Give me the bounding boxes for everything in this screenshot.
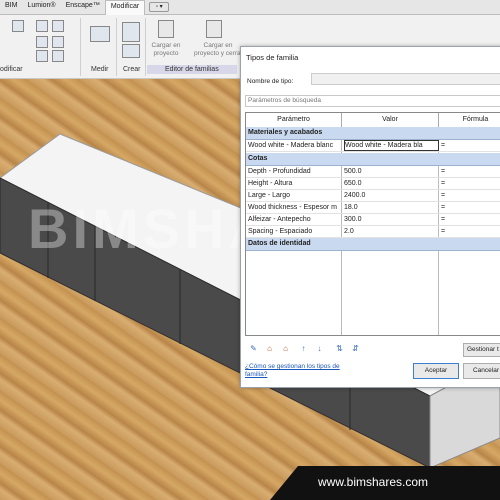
parameter-name: Wood white - Madera blanc <box>248 142 334 149</box>
search-input[interactable] <box>246 96 500 105</box>
formula-cell[interactable]: = <box>441 190 500 201</box>
formula-cell[interactable]: = <box>441 202 500 213</box>
table-row[interactable]: Wood thickness - Espesor m 18.0 = <box>246 202 500 214</box>
group-header-identity[interactable]: Datos de identidad <box>246 238 500 251</box>
ribbon-separator <box>116 18 117 76</box>
copy-icon[interactable] <box>36 36 48 48</box>
group-label-medir: Medir <box>91 66 109 73</box>
group-label-editor: Editor de familias <box>147 65 237 74</box>
load-and-close-button[interactable]: Cargar en proyecto y cerrar <box>194 42 243 58</box>
tab-modificar[interactable]: Modificar <box>104 0 146 15</box>
panel-toggle-icon[interactable]: ▫ ▾ <box>149 2 170 12</box>
group-name: Cotas <box>248 155 268 162</box>
group-header-dimensions[interactable]: Cotas <box>246 153 500 166</box>
formula-cell[interactable]: = <box>441 140 500 151</box>
sort-ascending-icon[interactable]: ⇅ <box>335 344 344 353</box>
rename-type-icon[interactable]: ⌂ <box>281 344 290 353</box>
type-name-select[interactable] <box>311 73 500 85</box>
manage-lookup-tables-button[interactable]: Gestionar t <box>463 343 500 357</box>
cancel-button[interactable]: Cancelar <box>463 363 500 379</box>
formula-cell[interactable]: = <box>441 166 500 177</box>
parameter-name: Large - Largo <box>248 192 291 199</box>
ribbon-separator <box>80 18 81 76</box>
table-row[interactable]: Large - Largo 2400.0 = <box>246 190 500 202</box>
load-into-project-button[interactable]: Cargar en proyecto <box>148 42 184 58</box>
parameter-name: Height - Altura <box>248 180 293 187</box>
measure-icon[interactable] <box>90 26 110 42</box>
pencil-icon[interactable]: ✎ <box>249 344 258 353</box>
parameter-name: Alfeizar - Antepecho <box>248 216 311 223</box>
column-header-value[interactable]: Valor <box>342 113 439 128</box>
parameter-name: Depth - Profundidad <box>248 168 311 175</box>
group-name: Datos de identidad <box>248 240 311 247</box>
formula-cell[interactable]: = <box>441 214 500 225</box>
move-down-icon[interactable]: ↓ <box>315 344 324 353</box>
scale-icon[interactable] <box>52 50 64 62</box>
sort-descending-icon[interactable]: ⇵ <box>351 344 360 353</box>
parameter-name: Spacing - Espaciado <box>248 228 313 235</box>
tab-enscape[interactable]: Enscape™ <box>61 0 105 14</box>
table-row[interactable]: Spacing - Espaciado 2.0 = <box>246 226 500 238</box>
value-cell[interactable]: 2.0 <box>344 226 437 237</box>
column-header-formula[interactable]: Fórmula <box>439 113 500 128</box>
table-row[interactable]: Wood white - Madera blanc Wood white - M… <box>246 140 500 152</box>
value-cell[interactable]: 650.0 <box>344 178 437 189</box>
ribbon-tabs: BIM Lumion® Enscape™ Modificar ▫ ▾ <box>0 0 500 15</box>
value-cell[interactable]: 500.0 <box>344 166 437 177</box>
value-cell[interactable]: 300.0 <box>344 214 437 225</box>
type-name-label: Nombre de tipo: <box>247 78 294 85</box>
modify-tool-icon[interactable] <box>12 20 24 32</box>
group-name: Materiales y acabados <box>248 129 323 136</box>
load-into-project-icon[interactable] <box>158 20 174 38</box>
table-row[interactable]: Height - Altura 650.0 = <box>246 178 500 190</box>
column-header-parameter[interactable]: Parámetro <box>246 113 342 128</box>
align-icon[interactable] <box>36 20 48 32</box>
new-type-icon[interactable]: ⌂ <box>265 344 274 353</box>
website-banner: www.bimshares.com <box>270 466 500 500</box>
value-cell[interactable]: 18.0 <box>344 202 437 213</box>
offset-icon[interactable] <box>52 20 64 32</box>
table-row[interactable]: Depth - Profundidad 500.0 = <box>246 166 500 178</box>
parameters-grid: Parámetro Valor Fórmula Materiales y aca… <box>245 112 500 336</box>
tab-lumion[interactable]: Lumion® <box>22 0 60 14</box>
search-box[interactable] <box>245 95 500 107</box>
formula-cell[interactable]: = <box>441 178 500 189</box>
table-row[interactable]: Alfeizar - Antepecho 300.0 = <box>246 214 500 226</box>
group-label-modificar: odificar <box>0 66 23 73</box>
material-value-field[interactable]: Wood white - Madera bla <box>344 140 439 151</box>
group-header-materials[interactable]: Materiales y acabados <box>246 127 500 140</box>
array-icon[interactable] <box>36 50 48 62</box>
ok-button[interactable]: Aceptar <box>413 363 459 379</box>
value-cell[interactable]: 2400.0 <box>344 190 437 201</box>
parameter-name: Wood thickness - Espesor m <box>248 204 337 211</box>
help-link[interactable]: ¿Cómo se gestionan los tipos de familia? <box>245 363 345 379</box>
dialog-title: Tipos de familia <box>246 53 299 62</box>
website-url: www.bimshares.com <box>318 475 429 489</box>
move-up-icon[interactable]: ↑ <box>299 344 308 353</box>
family-types-dialog: Tipos de familia Nombre de tipo: Parámet… <box>240 46 500 388</box>
load-and-close-icon[interactable] <box>206 20 222 38</box>
create-similar-icon[interactable] <box>122 44 140 58</box>
create-icon[interactable] <box>122 22 140 42</box>
rotate-icon[interactable] <box>52 36 64 48</box>
ribbon-separator <box>145 18 146 76</box>
tab-bim[interactable]: BIM <box>0 0 22 14</box>
formula-cell[interactable]: = <box>441 226 500 237</box>
group-label-crear: Crear <box>123 66 141 73</box>
